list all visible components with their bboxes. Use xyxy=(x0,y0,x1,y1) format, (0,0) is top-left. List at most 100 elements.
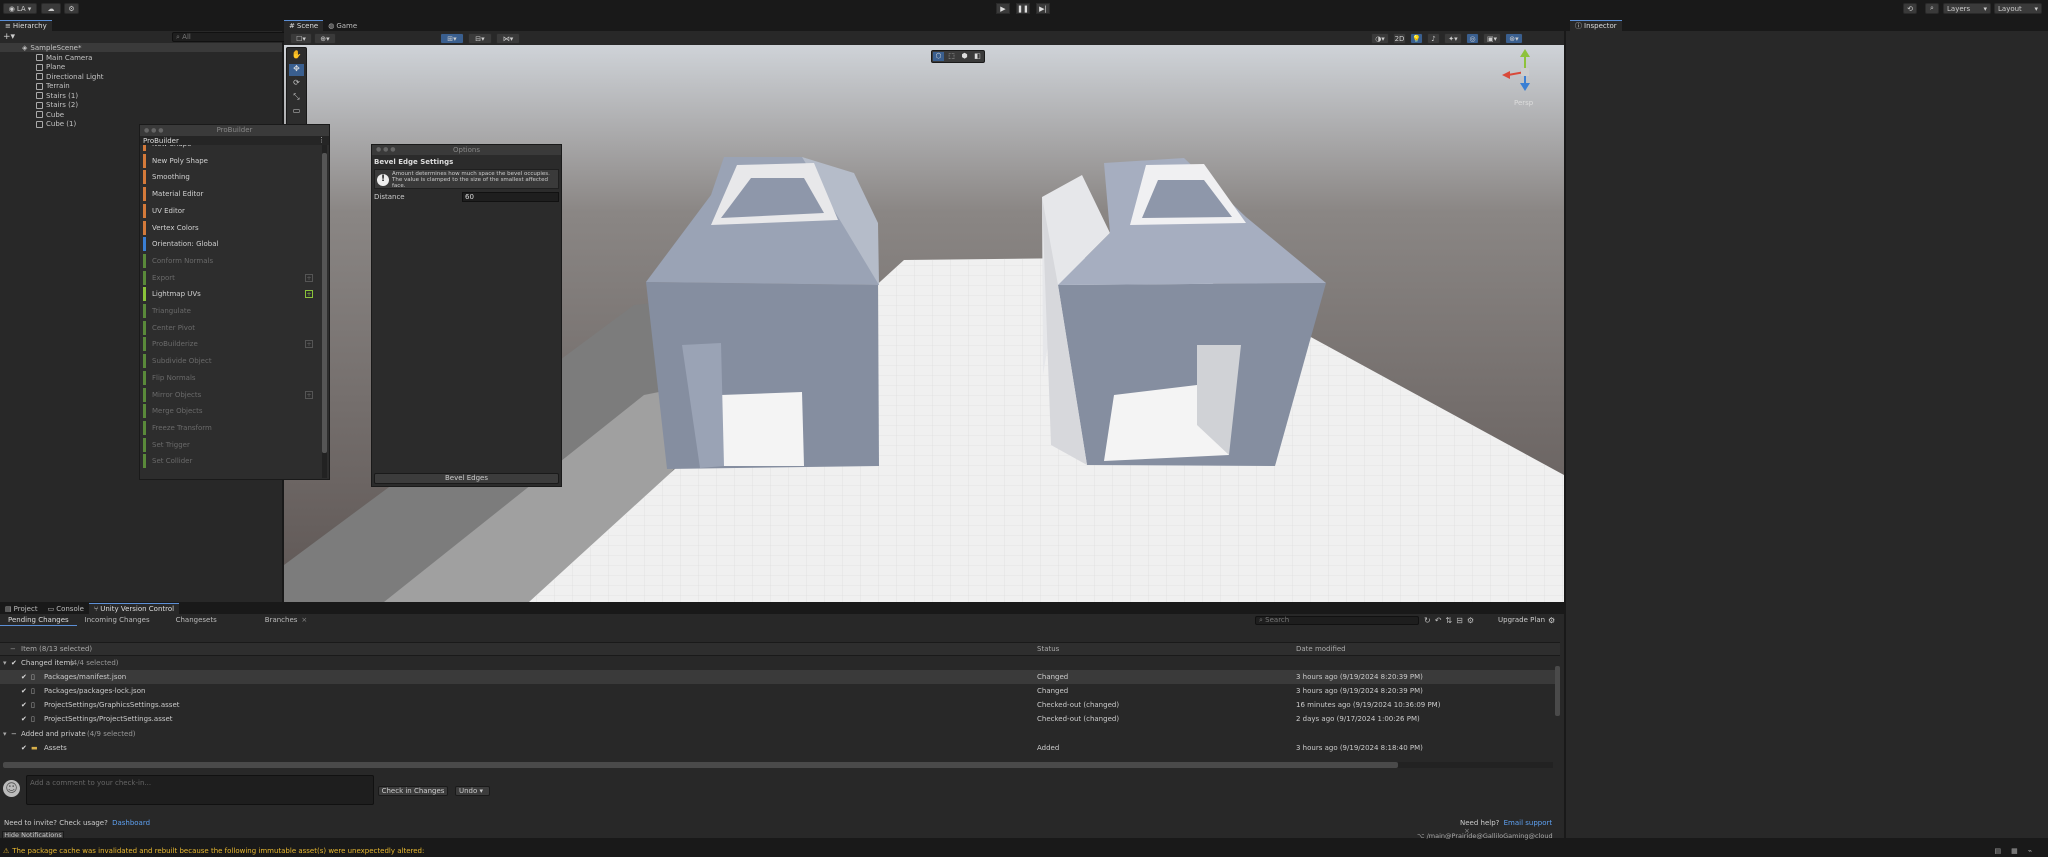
hierarchy-item[interactable]: Terrain xyxy=(36,82,70,91)
checkbox-checked[interactable]: ✔ xyxy=(11,659,17,667)
tab-scene[interactable]: # Scene xyxy=(284,20,324,31)
table-row[interactable]: ✔ ▯ Packages/manifest.json Changed 3 hours a… xyxy=(0,670,1560,684)
debug-icon[interactable]: ⌁ xyxy=(2028,847,2042,855)
email-support-link[interactable]: Email support xyxy=(1504,819,1553,827)
probuilder-menu-item[interactable]: Vertex Colors xyxy=(143,220,315,235)
checkbox-checked[interactable]: ✔ xyxy=(21,715,27,723)
tab-game[interactable]: ◍ Game xyxy=(323,20,362,31)
tab-console[interactable]: ▭ Console xyxy=(43,603,89,614)
options-gear-icon[interactable]: + xyxy=(305,390,313,399)
options-titlebar[interactable]: ● ● ● Options xyxy=(372,145,561,155)
subtab-branches[interactable]: Branches xyxy=(225,616,302,624)
select-all-checkbox[interactable]: − xyxy=(10,645,16,653)
play-button[interactable]: ▶ xyxy=(996,3,1010,14)
col-item-header[interactable]: Item (8/13 selected) xyxy=(21,645,92,653)
checkbox-checked[interactable]: ✔ xyxy=(21,673,27,681)
table-row[interactable]: ✔ ▯ ProjectSettings/ProjectSettings.asset C… xyxy=(0,712,1560,726)
vertex-mode-icon[interactable]: ⬚ xyxy=(946,52,957,61)
tab-hierarchy[interactable]: ≡ Hierarchy xyxy=(0,20,52,31)
subtab-incoming[interactable]: Incoming Changes xyxy=(77,616,158,624)
options-gear-icon[interactable]: + xyxy=(305,340,313,349)
probuilder-scrollbar[interactable] xyxy=(322,145,327,478)
draw-mode-dropdown[interactable]: ◑▾ xyxy=(1371,33,1389,44)
undo-dropdown[interactable]: Undo ▾ xyxy=(455,786,490,796)
rect-tool-icon[interactable]: ▭ xyxy=(289,106,304,118)
chevron-down-icon[interactable]: ▾ xyxy=(3,659,7,667)
sort-icon[interactable]: ⇅ xyxy=(1445,616,1456,625)
checkbox-checked[interactable]: ✔ xyxy=(21,687,27,695)
hierarchy-item[interactable]: Plane xyxy=(36,63,65,72)
2d-toggle[interactable]: 2D xyxy=(1393,33,1406,44)
tab-version-control[interactable]: ⑂ Unity Version Control xyxy=(89,603,180,614)
pause-button[interactable]: ❚❚ xyxy=(1016,3,1030,14)
tab-probuilder[interactable]: ProBuilder xyxy=(143,137,179,145)
probuilder-menu-item[interactable]: Material Editor xyxy=(143,187,315,202)
probuilder-menu-item[interactable]: Set Collider xyxy=(143,454,315,469)
checkbox-partial[interactable]: − xyxy=(11,730,17,738)
table-row[interactable]: ✔ ▬ Assets Added 3 hours ago (9/19/2024 … xyxy=(0,741,1560,755)
probuilder-menu-item[interactable]: Flip Normals xyxy=(143,370,315,385)
distance-field[interactable]: 60 xyxy=(462,192,559,202)
scrollbar-thumb[interactable] xyxy=(3,762,1398,768)
checkbox-checked[interactable]: ✔ xyxy=(21,701,27,709)
persp-label[interactable]: Persp xyxy=(1514,99,1533,107)
move-snap-dropdown[interactable]: ⊞▾ xyxy=(440,33,464,44)
settings-icon[interactable]: ⚙ xyxy=(1548,616,1555,625)
chevron-down-icon[interactable]: ▾ xyxy=(3,730,7,738)
camera-dropdown[interactable]: ▣▾ xyxy=(1483,33,1501,44)
scene-row[interactable]: ◈ SampleScene* xyxy=(0,43,282,52)
table-row[interactable]: ✔ ▯ ProjectSettings/GraphicsSettings.asset… xyxy=(0,698,1560,712)
build-icon[interactable]: ▤ xyxy=(1995,847,2012,855)
move-tool-icon[interactable]: ✥ xyxy=(289,64,304,76)
audio-toggle[interactable]: ♪ xyxy=(1427,33,1440,44)
group-changed-row[interactable]: ▾ ✔ Changed items (4/4 selected) xyxy=(0,656,1560,670)
account-dropdown[interactable]: ◉ LA ▾ xyxy=(3,3,37,14)
vc-search[interactable]: ⌕ Search xyxy=(1255,616,1419,625)
horizontal-scrollbar[interactable] xyxy=(3,762,1553,768)
tab-inspector[interactable]: ⓘ Inspector xyxy=(1570,20,1622,31)
increment-snap-dropdown[interactable]: ⋈▾ xyxy=(496,33,520,44)
cache-icon[interactable]: ▦ xyxy=(2011,847,2028,855)
comment-input[interactable]: Add a comment to your check-in... xyxy=(26,775,374,805)
settings-icon[interactable]: ⚙ xyxy=(1467,616,1478,625)
more-icon[interactable]: ⋮ xyxy=(318,136,325,144)
effects-dropdown[interactable]: ✦▾ xyxy=(1444,33,1462,44)
hierarchy-item[interactable]: Stairs (2) xyxy=(36,101,78,110)
face-mode-icon[interactable]: ◧ xyxy=(972,52,983,61)
hand-tool-dropdown[interactable]: ☐▾ xyxy=(290,33,312,44)
options-gear-icon[interactable]: + xyxy=(305,290,313,299)
tab-project[interactable]: ▤ Project xyxy=(0,603,43,614)
dashboard-link[interactable]: Dashboard xyxy=(112,819,150,827)
grid-snap-dropdown[interactable]: ⊟▾ xyxy=(468,33,492,44)
hide-notifications-button[interactable]: Hide Notifications xyxy=(2,831,64,839)
orientation-gizmo[interactable]: Persp xyxy=(1500,47,1550,107)
search-button[interactable]: ⌕ xyxy=(1925,3,1939,14)
collab-button[interactable]: ⚙ xyxy=(64,3,79,14)
history-button[interactable]: ⟲ xyxy=(1903,3,1917,14)
hierarchy-item[interactable]: Cube xyxy=(36,110,64,119)
subtab-changesets[interactable]: Changesets xyxy=(158,616,225,624)
layout-dropdown[interactable]: Layout ▾ xyxy=(1994,3,2042,14)
probuilder-menu-item[interactable]: Smoothing xyxy=(143,170,315,185)
hidden-toggle[interactable]: ◎ xyxy=(1466,33,1479,44)
probuilder-menu-item[interactable]: New Shape xyxy=(143,145,315,151)
rotate-tool-icon[interactable]: ⟳ xyxy=(289,78,304,90)
probuilder-menu-item[interactable]: Merge Objects xyxy=(143,404,315,419)
probuilder-menu-item[interactable]: Lightmap UVs + xyxy=(143,287,315,302)
hierarchy-item[interactable]: Directional Light xyxy=(36,72,104,81)
edge-mode-icon[interactable]: ⬢ xyxy=(959,52,970,61)
vertical-scrollbar[interactable] xyxy=(1555,666,1560,716)
col-date-header[interactable]: Date modified xyxy=(1296,645,1346,653)
status-message[interactable]: The package cache was invalidated and re… xyxy=(12,847,424,855)
check-in-button[interactable]: Check in Changes xyxy=(378,786,448,796)
step-button[interactable]: ▶| xyxy=(1036,3,1050,14)
bevel-edges-button[interactable]: Bevel Edges xyxy=(374,473,559,484)
probuilder-menu-item[interactable]: Subdivide Object xyxy=(143,354,315,369)
undo-icon[interactable]: ↶ xyxy=(1435,616,1446,625)
table-row[interactable]: ✔ ▯ Packages/packages-lock.json Changed 3 ho… xyxy=(0,684,1560,698)
scrollbar-thumb[interactable] xyxy=(322,153,327,453)
options-gear-icon[interactable]: + xyxy=(305,273,313,282)
col-status-header[interactable]: Status xyxy=(1037,645,1059,653)
probuilder-menu-item[interactable]: UV Editor xyxy=(143,203,315,218)
probuilder-menu-item[interactable]: Triangulate xyxy=(143,304,315,318)
